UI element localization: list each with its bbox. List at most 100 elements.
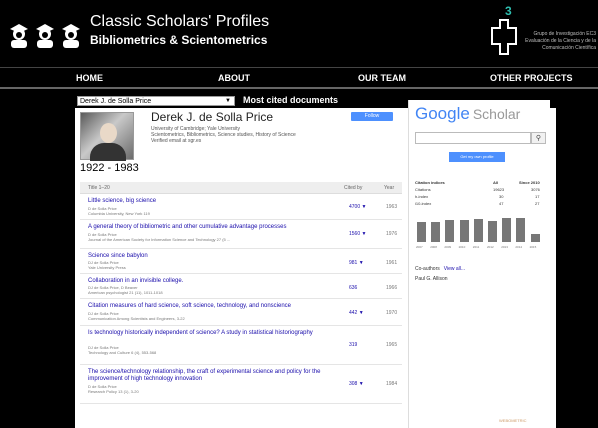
- citation-bar-year: 2014: [515, 245, 523, 249]
- group-line-2: Evaluación de la Ciencia y de la: [525, 38, 596, 44]
- profile-content: Derek J. de Solla Price ▼ Most cited doc…: [75, 94, 556, 428]
- citation-bar: [445, 220, 455, 242]
- citation-header-label: Citation indices: [415, 180, 445, 185]
- citation-bar: [530, 233, 540, 242]
- paper-cites[interactable]: 442 ▼: [349, 310, 364, 316]
- paper-venue: Technology and Culture 6 (4), 553-568: [88, 350, 157, 355]
- citation-row: Citations 19623 3076: [415, 187, 547, 194]
- title-column-header[interactable]: Title 1–20: [88, 185, 110, 191]
- coauthor-link[interactable]: Paul G. Allison: [415, 276, 448, 282]
- cited-column-header[interactable]: Cited by: [344, 185, 362, 191]
- paper-year: 1966: [386, 285, 398, 291]
- coauthors-label: Co-authors: [415, 266, 440, 272]
- dropdown-arrow-icon: ▼: [225, 98, 231, 104]
- paper-venue: Communication Among Scientists and Engin…: [88, 316, 185, 321]
- paper-title[interactable]: Collaboration in an invisible college.: [88, 278, 333, 285]
- photo-body: [90, 143, 126, 161]
- citation-bar: [488, 221, 497, 242]
- citation-metric: Citations: [415, 187, 431, 192]
- scholar-search-input[interactable]: [415, 132, 531, 144]
- table-row: Collaboration in an invisible college. D…: [80, 275, 402, 299]
- paper-title[interactable]: Little science, big science: [88, 198, 333, 205]
- webometrics-badge[interactable]: WEBOMETRIC: [499, 418, 527, 423]
- follow-button[interactable]: Follow: [351, 112, 393, 121]
- paper-venue: American psychologist 21 (11), 1011-1018: [88, 290, 163, 295]
- paper-cites[interactable]: 4700 ▼: [349, 204, 366, 210]
- paper-venue: Yale University Press: [88, 265, 126, 270]
- paper-year: 1965: [386, 342, 398, 348]
- paper-year: 1963: [386, 204, 398, 210]
- profile-name: Derek J. de Solla Price: [151, 110, 274, 124]
- citation-bar-year: 2008: [430, 245, 437, 249]
- paper-cites[interactable]: 308 ▼: [349, 381, 364, 387]
- scholar-sidebar: Google Scholar ⚲ Get my own profile Citat…: [408, 100, 550, 428]
- citation-since: 17: [535, 194, 540, 199]
- group-line-1: Grupo de Investigación EC3: [533, 31, 596, 37]
- citation-since: 3076: [531, 187, 540, 192]
- page: Classic Scholars' Profiles Bibliometrics…: [0, 0, 598, 428]
- site-title: Classic Scholars' Profiles: [90, 13, 270, 30]
- profile-years: 1922 - 1983: [80, 162, 139, 174]
- citation-bar-year: 2011: [472, 245, 480, 249]
- nav-other-projects[interactable]: OTHER PROJECTS: [490, 73, 573, 83]
- citation-indices-table: Citation indices All Since 2010 Citation…: [415, 180, 547, 208]
- table-header: Title 1–20 Cited by Year: [80, 182, 402, 194]
- citation-bar: [502, 218, 512, 242]
- citation-metric: i10-index: [415, 201, 432, 206]
- google-scholar-logo[interactable]: Google Scholar: [415, 104, 520, 124]
- citation-bar: [459, 219, 469, 242]
- citations-bar-chart: [415, 212, 545, 246]
- citation-header-all: All: [493, 180, 499, 185]
- most-cited-heading: Most cited documents: [243, 95, 339, 105]
- citation-header-since: Since 2010: [519, 180, 540, 185]
- citation-metric: h-index: [415, 194, 429, 199]
- nav-our-team[interactable]: OUR TEAM: [358, 73, 406, 83]
- site-subtitle: Bibliometrics & Scientometrics: [90, 33, 268, 47]
- citation-all: 47: [499, 201, 504, 206]
- paper-year: 1970: [386, 310, 398, 316]
- paper-venue: Journal of the American Society for Info…: [88, 237, 231, 242]
- citation-since: 27: [535, 201, 540, 206]
- citations-bar-years: 2007 2008 2009 2010 2011 2012 2013 2014 2015: [415, 245, 545, 250]
- scholars-logo-icon: [10, 24, 80, 48]
- citation-bar-year: 2015: [529, 245, 537, 249]
- scholar-select[interactable]: Derek J. de Solla Price ▼: [77, 96, 235, 106]
- paper-cites[interactable]: 1560 ▼: [349, 231, 366, 237]
- citation-bar: [417, 221, 426, 242]
- scholar-select-value: Derek J. de Solla Price: [80, 98, 152, 105]
- paper-title[interactable]: Citation measures of hard science, soft …: [88, 303, 333, 310]
- citation-bar-year: 2012: [487, 245, 494, 249]
- search-icon[interactable]: ⚲: [531, 132, 546, 144]
- year-column-header[interactable]: Year: [384, 185, 394, 191]
- paper-title[interactable]: Science since babylon: [88, 253, 333, 260]
- paper-title[interactable]: The science/technology relationship, the…: [88, 369, 333, 383]
- paper-title[interactable]: A general theory of bibliometric and oth…: [88, 224, 333, 231]
- paper-cites[interactable]: 319: [349, 342, 357, 348]
- nav-about[interactable]: ABOUT: [218, 73, 250, 83]
- paper-venue: Research Policy 13 (1), 3-20: [88, 389, 139, 394]
- paper-cites[interactable]: 636: [349, 285, 357, 291]
- table-row: Citation measures of hard science, soft …: [80, 300, 402, 326]
- paper-cites[interactable]: 981 ▼: [349, 260, 364, 266]
- citation-bar-year: 2013: [501, 245, 508, 249]
- main-nav: HOME ABOUT OUR TEAM OTHER PROJECTS: [0, 67, 598, 89]
- paper-venue: Columbia University, New York 119: [88, 211, 150, 216]
- view-all-link[interactable]: View all...: [444, 266, 465, 272]
- nav-home[interactable]: HOME: [76, 73, 103, 83]
- table-row: Little science, big science D de Solla P…: [80, 195, 402, 220]
- scholar-wordmark: Scholar: [472, 106, 521, 122]
- site-header: Classic Scholars' Profiles Bibliometrics…: [0, 0, 598, 67]
- citation-header-row: Citation indices All Since 2010: [415, 180, 547, 187]
- group-number: 3: [505, 4, 512, 18]
- citation-all: 30: [499, 194, 504, 199]
- paper-title[interactable]: Is technology historically independent o…: [88, 330, 333, 337]
- citation-row: h-index 30 17: [415, 194, 547, 201]
- get-profile-button[interactable]: Get my own profile: [449, 152, 505, 162]
- photo-face: [100, 123, 117, 143]
- citation-all: 19623: [493, 187, 505, 192]
- research-group-logo[interactable]: 3 Grupo de Investigación EC3 Evaluación …: [468, 4, 596, 62]
- scholar-photo: [80, 112, 134, 161]
- table-row: A general theory of bibliometric and oth…: [80, 221, 402, 249]
- citation-bar-year: 2010: [458, 245, 466, 249]
- table-row: The science/technology relationship, the…: [80, 366, 402, 404]
